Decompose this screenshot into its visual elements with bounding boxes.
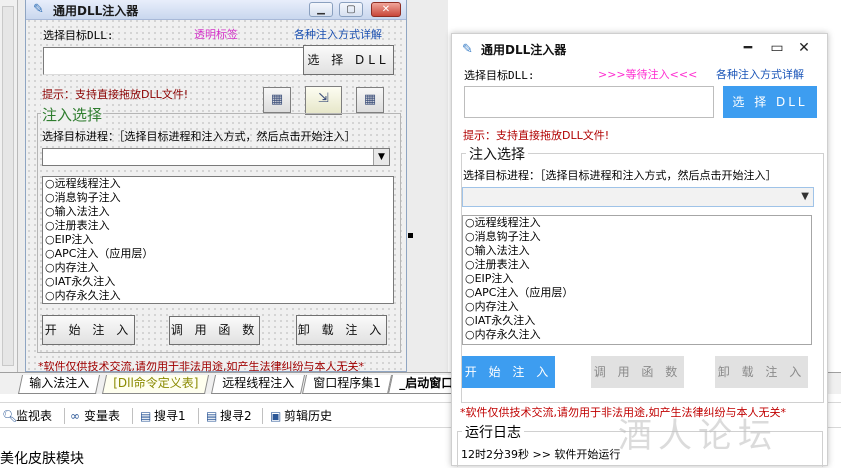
- chevron-down-icon[interactable]: ▼: [373, 149, 389, 165]
- list-item[interactable]: ○内存永久注入: [43, 289, 393, 303]
- call-function-button[interactable]: 调 用 函 数: [591, 356, 684, 388]
- transparent-label: 透明标签: [194, 28, 238, 41]
- toolbar-label: 变量表: [84, 409, 121, 423]
- divider: [64, 408, 65, 424]
- drag-drop-tip: 提示：支持直接拖放DLL文件!: [463, 129, 610, 142]
- log-line: 12时2分39秒 >> 软件开始运行: [461, 448, 621, 461]
- designer-title-bar[interactable]: ✎ 通用DLL注入器 ▁ ▢ ✕: [26, 0, 406, 20]
- variables-icon: ∞: [70, 409, 80, 423]
- search2-button[interactable]: ▤ 搜寻2: [206, 407, 252, 425]
- log-title: 运行日志: [462, 422, 524, 442]
- tab-window-assembly[interactable]: 窗口程序集1: [301, 375, 392, 394]
- tab-label: 输入法注入: [29, 376, 90, 390]
- designer-title: 通用DLL注入器: [53, 4, 139, 18]
- list-item[interactable]: ○内存注入: [463, 300, 811, 314]
- toolbar-label: 监视表: [16, 409, 53, 423]
- select-dll-button[interactable]: 选 择 DLL: [303, 45, 394, 75]
- divider: [262, 408, 263, 424]
- list-item[interactable]: ○EIP注入: [43, 233, 393, 247]
- list-item[interactable]: ○内存注入: [43, 261, 393, 275]
- designer-method-list[interactable]: ○远程线程注入 ○消息钩子注入 ○输入法注入 ○注册表注入 ○EIP注入 ○AP…: [42, 176, 394, 304]
- designer-group-title: 注入选择: [41, 104, 104, 125]
- list-item[interactable]: ○APC注入（应用层）: [43, 247, 393, 261]
- status-text: 美化皮肤模块: [0, 451, 84, 467]
- maximize-icon[interactable]: ▭: [766, 38, 788, 58]
- feather-icon: ✎: [462, 42, 473, 57]
- window-pick-icon[interactable]: ▦: [263, 87, 291, 113]
- watch-table-button[interactable]: 🔍︎监视表: [2, 407, 52, 425]
- injection-status: >>>等待注入<<<: [598, 68, 698, 81]
- divider: [198, 408, 199, 424]
- divider: [132, 408, 133, 424]
- search2-icon: ▤: [206, 409, 218, 423]
- label-select-dll: 选择目标DLL:: [43, 29, 114, 42]
- drag-drop-tip: 提示：支持直接拖放DLL文件!: [42, 88, 189, 101]
- toolbar-label: 剪辑历史: [284, 409, 333, 423]
- maximize-icon[interactable]: ▢: [339, 2, 363, 17]
- process-combo[interactable]: ▼: [462, 187, 814, 207]
- feather-icon: ✎: [33, 2, 44, 17]
- app-window[interactable]: ✎ 通用DLL注入器 ━ ▭ ✕ 选择目标DLL: >>>等待注入<<< 各种注…: [451, 33, 828, 467]
- list-item[interactable]: ○内存永久注入: [463, 328, 811, 342]
- designer-start-button[interactable]: 开 始 注 入: [42, 315, 135, 345]
- list-item[interactable]: ○消息钩子注入: [43, 191, 393, 205]
- ide-left-panel: [0, 0, 18, 372]
- method-list[interactable]: ○远程线程注入 ○消息钩子注入 ○输入法注入 ○注册表注入 ○EIP注入 ○AP…: [462, 215, 812, 345]
- process-list-icon[interactable]: ▦: [356, 87, 384, 113]
- close-icon[interactable]: ✕: [371, 2, 401, 17]
- dll-path-input[interactable]: [464, 86, 714, 118]
- resize-handle[interactable]: [408, 233, 413, 238]
- label-select-dll: 选择目标DLL:: [464, 69, 535, 82]
- search1-button[interactable]: ▤ 搜寻1: [140, 407, 186, 425]
- tab-dll-commands[interactable]: [Dll命令定义表]: [101, 375, 210, 394]
- close-icon[interactable]: ✕: [793, 38, 815, 58]
- list-item[interactable]: ○EIP注入: [463, 272, 811, 286]
- designer-unload-button[interactable]: 卸 载 注 入: [296, 315, 387, 345]
- list-item[interactable]: ○注册表注入: [43, 219, 393, 233]
- minimize-icon[interactable]: ━: [737, 38, 759, 58]
- forum-watermark: 酒人论坛: [618, 416, 778, 456]
- toolbar-label: 搜寻1: [154, 409, 186, 423]
- select-dll-button[interactable]: 选 择 DLL: [723, 86, 817, 118]
- inject-tool-icon[interactable]: ⇲: [305, 86, 342, 115]
- list-item[interactable]: ○消息钩子注入: [463, 230, 811, 244]
- tab-label: [Dll命令定义表]: [113, 376, 199, 390]
- designer-form[interactable]: ✎ 通用DLL注入器 ▁ ▢ ✕ 选择目标DLL: 透明标签 各种注入方式详解 …: [25, 0, 407, 372]
- tab-input-method[interactable]: 输入法注入: [17, 375, 101, 394]
- designer-process-combo[interactable]: ▼: [42, 148, 390, 166]
- list-item[interactable]: ○输入法注入: [43, 205, 393, 219]
- list-item[interactable]: ○IAT永久注入: [463, 314, 811, 328]
- tab-label: 窗口程序集1: [313, 376, 381, 390]
- magnifier-icon: 🔍︎: [2, 409, 18, 423]
- tab-remote-thread[interactable]: 远程线程注入: [210, 375, 306, 394]
- chevron-down-icon[interactable]: ▼: [801, 191, 809, 202]
- search1-icon: ▤: [140, 409, 152, 423]
- unload-inject-button[interactable]: 卸 载 注 入: [715, 356, 808, 388]
- designer-warning: *软件仅供技术交流,请勿用于非法用途,如产生法律纠纷与本人无关*: [38, 361, 364, 372]
- list-item[interactable]: ○远程线程注入: [463, 216, 811, 230]
- dll-path-input[interactable]: [43, 47, 317, 75]
- variable-table-button[interactable]: ∞ 变量表: [70, 407, 120, 425]
- list-item[interactable]: ○注册表注入: [463, 258, 811, 272]
- list-item[interactable]: ○APC注入（应用层）: [463, 286, 811, 300]
- designer-call-button[interactable]: 调 用 函 数: [169, 316, 260, 345]
- list-item[interactable]: ○远程线程注入: [43, 177, 393, 191]
- clipboard-history-button[interactable]: ▣ 剪辑历史: [270, 407, 332, 425]
- toolbar-label: 搜寻2: [220, 409, 252, 423]
- start-inject-button[interactable]: 开 始 注 入: [462, 356, 555, 388]
- minimize-icon[interactable]: ▁: [309, 2, 333, 17]
- list-item[interactable]: ○IAT永久注入: [43, 275, 393, 289]
- link-injection-methods[interactable]: 各种注入方式详解: [716, 66, 804, 82]
- group-title: 注入选择: [466, 144, 528, 164]
- list-item[interactable]: ○输入法注入: [463, 244, 811, 258]
- clipboard-icon: ▣: [270, 409, 282, 423]
- tab-label: 远程线程注入: [222, 376, 295, 390]
- link-injection-methods[interactable]: 各种注入方式详解: [294, 26, 382, 42]
- label-select-process: 选择目标进程：［选择目标进程和注入方式，然后点击开始注入］: [463, 169, 777, 182]
- label-select-process: 选择目标进程：［选择目标进程和注入方式，然后点击开始注入］: [42, 130, 356, 143]
- left-panel-scroll[interactable]: [2, 6, 14, 366]
- app-title: 通用DLL注入器: [481, 43, 567, 57]
- tab-label: _启动窗口: [399, 376, 454, 390]
